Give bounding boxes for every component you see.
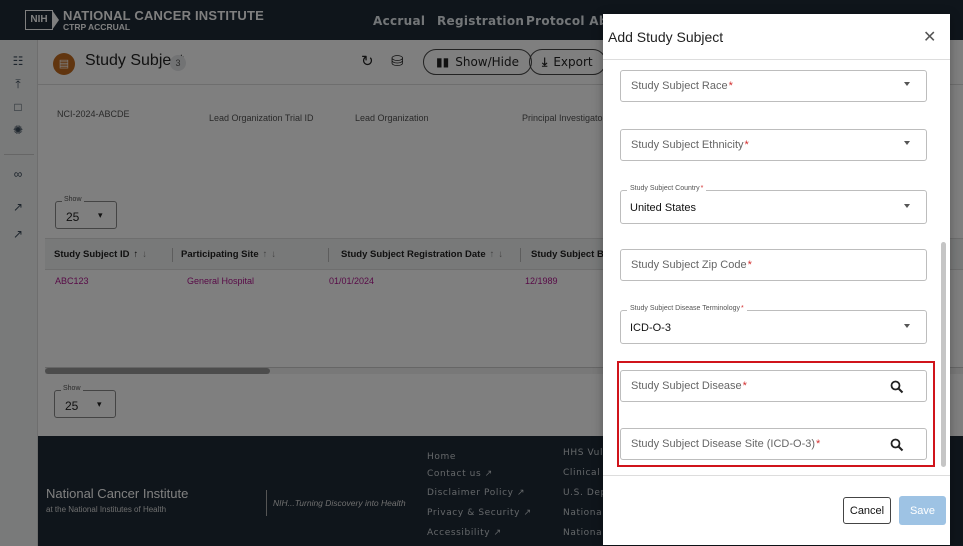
study-subject-zip-input[interactable]: Study Subject Zip Code*	[620, 249, 927, 281]
study-subject-disease-search[interactable]: Study Subject Disease*	[620, 370, 927, 402]
field-placeholder: Study Subject Disease Site (ICD-O-3)*	[631, 438, 821, 450]
study-subject-disease-terminology-select[interactable]: Study Subject Disease Terminology* ICD-O…	[620, 305, 927, 344]
study-subject-ethnicity-select[interactable]: Study Subject Ethnicity*	[620, 129, 927, 161]
chevron-down-icon	[904, 204, 910, 208]
close-icon[interactable]: ✕	[923, 27, 936, 47]
search-icon[interactable]	[890, 438, 904, 452]
field-placeholder: Study Subject Ethnicity*	[631, 139, 749, 151]
study-subject-country-select[interactable]: Study Subject Country* United States	[620, 185, 927, 224]
study-subject-disease-site-search[interactable]: Study Subject Disease Site (ICD-O-3)*	[620, 428, 927, 460]
cancel-button[interactable]: Cancel	[843, 497, 891, 524]
field-legend: Study Subject Country*	[627, 185, 707, 192]
study-subject-race-select[interactable]: Study Subject Race*	[620, 70, 927, 102]
field-value: ICD-O-3	[630, 322, 671, 334]
dialog-header-divider	[603, 59, 950, 60]
field-placeholder: Study Subject Race*	[631, 80, 733, 92]
dialog-footer-divider	[603, 475, 950, 476]
chevron-down-icon	[904, 324, 910, 328]
dialog-vertical-scrollbar[interactable]	[940, 64, 948, 472]
search-icon[interactable]	[890, 380, 904, 394]
save-button[interactable]: Save	[899, 496, 946, 525]
field-placeholder: Study Subject Zip Code*	[631, 259, 752, 271]
field-value: United States	[630, 202, 697, 214]
scrollbar-thumb[interactable]	[941, 242, 946, 467]
field-legend: Study Subject Disease Terminology*	[627, 305, 747, 312]
dialog-title: Add Study Subject	[608, 29, 724, 45]
chevron-down-icon	[904, 82, 910, 86]
chevron-down-icon	[904, 141, 910, 145]
add-study-subject-dialog: Add Study Subject ✕ Study Subject Race* …	[603, 14, 950, 545]
field-placeholder: Study Subject Disease*	[631, 380, 747, 392]
